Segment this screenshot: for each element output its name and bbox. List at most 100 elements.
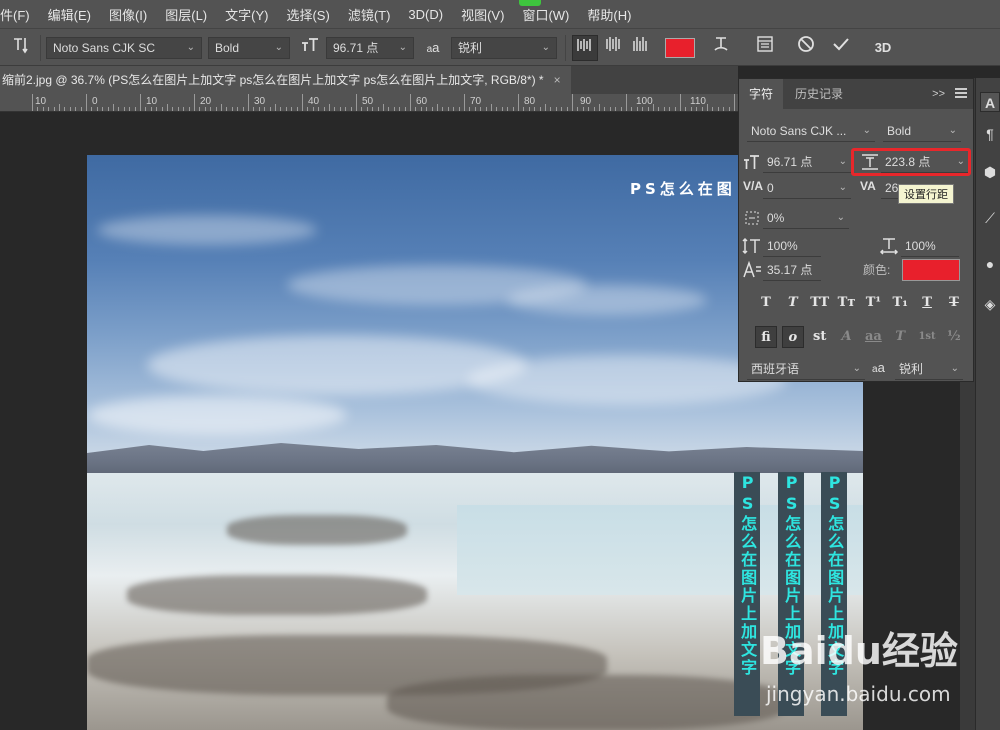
ruler-tick bbox=[528, 107, 530, 111]
ruler-tick bbox=[615, 107, 617, 111]
vertical-scale-field[interactable]: 100% bbox=[763, 235, 821, 257]
cancel-icon[interactable] bbox=[793, 35, 819, 61]
panel-font-style-select[interactable]: Bold ⌄ bbox=[883, 120, 961, 142]
color-swatch[interactable] bbox=[902, 259, 960, 281]
ligature-button[interactable]: fi bbox=[755, 326, 777, 348]
tab-history[interactable]: 历史记录 bbox=[785, 79, 853, 109]
cube-icon[interactable]: ◈ bbox=[980, 294, 1000, 314]
panel-font-family-select[interactable]: Noto Sans CJK ... ⌄ bbox=[747, 120, 875, 142]
ruler-tick bbox=[221, 104, 222, 111]
ruler-tick bbox=[91, 107, 93, 111]
align-right-icon[interactable] bbox=[627, 35, 653, 61]
menu-select[interactable]: 选择(S) bbox=[277, 5, 338, 24]
font-style-select[interactable]: Bold ⌄ bbox=[208, 37, 290, 59]
menu-file[interactable]: 件(F) bbox=[0, 5, 39, 24]
character-panel-icon[interactable] bbox=[752, 35, 778, 61]
bulb-icon[interactable]: ● bbox=[980, 254, 1000, 274]
menu-layer[interactable]: 图层(L) bbox=[156, 5, 216, 24]
document-title: 缩前2.jpg @ 36.7% (PS怎么在图片上加文字 ps怎么在图片上加文字… bbox=[2, 73, 544, 87]
watermark: Baidu经验 jingyan.baidu.com bbox=[760, 620, 960, 720]
ruler-tick bbox=[80, 107, 82, 111]
ruler-tick bbox=[32, 94, 33, 111]
collapse-icon[interactable]: >> bbox=[932, 79, 945, 109]
3d-cube-icon[interactable]: ⬢ bbox=[980, 162, 1000, 182]
ornaments-button[interactable]: T bbox=[889, 326, 911, 348]
document-tab[interactable]: 缩前2.jpg @ 36.7% (PS怎么在图片上加文字 ps怎么在图片上加文字… bbox=[0, 66, 571, 94]
menu-view[interactable]: 视图(V) bbox=[452, 5, 513, 24]
ruler-tick bbox=[609, 107, 611, 111]
font-family-select[interactable]: Noto Sans CJK SC ⌄ bbox=[46, 37, 202, 59]
warp-text-icon[interactable] bbox=[708, 35, 734, 61]
menu-filter[interactable]: 滤镜(T) bbox=[339, 5, 400, 24]
menu-window[interactable]: 窗口(W) bbox=[513, 5, 578, 24]
panel-font-size-field[interactable]: 96.71 点 ⌄ bbox=[763, 151, 851, 173]
menu-edit[interactable]: 编辑(E) bbox=[39, 5, 100, 24]
swash-button[interactable]: st bbox=[809, 326, 831, 348]
all-caps-button[interactable]: TT bbox=[809, 292, 831, 314]
kerning-field[interactable]: 0 ⌄ bbox=[763, 177, 851, 199]
language-select[interactable]: 西班牙语 ⌄ bbox=[747, 358, 865, 380]
ruler-tick bbox=[258, 107, 260, 111]
chevron-down-icon: ⌄ bbox=[836, 212, 845, 223]
underline-button[interactable]: T bbox=[916, 292, 938, 314]
ruler-tick bbox=[577, 107, 579, 111]
vertical-text-column[interactable]: PS怎么在图片上加文字 bbox=[734, 473, 760, 683]
chevron-down-icon: ⌄ bbox=[950, 363, 959, 374]
ruler-tick bbox=[712, 107, 714, 111]
font-size-select[interactable]: 96.71 点 ⌄ bbox=[326, 37, 414, 59]
ruler-tick bbox=[669, 107, 671, 111]
strikethrough-button[interactable]: T bbox=[943, 292, 965, 314]
canvas-title-text[interactable]: PS怎么在图 bbox=[630, 178, 736, 199]
small-caps-button[interactable]: Tт bbox=[836, 292, 858, 314]
antialias-select[interactable]: 锐利 ⌄ bbox=[451, 37, 557, 59]
ruler-tick bbox=[339, 107, 341, 111]
menu-help[interactable]: 帮助(H) bbox=[578, 5, 640, 24]
ruler-tick bbox=[658, 107, 660, 111]
ruler-tick bbox=[588, 107, 590, 111]
tsume-value: 0% bbox=[767, 211, 785, 225]
ruler-tick bbox=[53, 107, 55, 111]
ruler-tick bbox=[642, 107, 644, 111]
ruler-tick bbox=[636, 107, 638, 111]
3d-icon[interactable]: 3D bbox=[870, 35, 896, 61]
fractions-button[interactable]: ½ bbox=[943, 326, 965, 348]
subscript-button[interactable]: T₁ bbox=[889, 292, 911, 314]
faux-italic-button[interactable]: T bbox=[782, 292, 804, 314]
menu-type[interactable]: 文字(Y) bbox=[216, 5, 277, 24]
baseline-shift-field[interactable]: 35.17 点 bbox=[763, 259, 821, 281]
kerning-value: 0 bbox=[767, 181, 774, 195]
text-color-swatch[interactable] bbox=[665, 38, 695, 58]
ruler-tick bbox=[728, 107, 730, 111]
menu-3d[interactable]: 3D(D) bbox=[399, 7, 452, 22]
ruler-tick bbox=[566, 107, 568, 111]
tab-character[interactable]: 字符 bbox=[739, 79, 784, 109]
mud-patch bbox=[227, 515, 407, 545]
commit-check-icon[interactable] bbox=[828, 35, 854, 61]
paragraph-tool-icon[interactable]: ¶ bbox=[980, 124, 1000, 144]
ruler-label: 0 bbox=[92, 96, 98, 107]
ordinals-button[interactable]: 1st bbox=[916, 326, 938, 348]
ruler-tick bbox=[442, 107, 444, 111]
brush-icon[interactable]: ⟋ bbox=[980, 208, 1000, 228]
align-left-icon[interactable] bbox=[572, 35, 598, 61]
horizontal-scale-field[interactable]: 100% bbox=[901, 235, 959, 257]
menu-image[interactable]: 图像(I) bbox=[100, 5, 156, 24]
titling-alt-button[interactable]: aa bbox=[862, 326, 884, 348]
tsume-field[interactable]: 0% ⌄ bbox=[763, 207, 849, 229]
close-icon[interactable]: × bbox=[554, 73, 561, 87]
discretionary-ligature-button[interactable]: o bbox=[781, 326, 804, 348]
ruler-tick bbox=[496, 107, 498, 111]
horizontal-ruler[interactable]: 10 0 10 20 30 40 50 60 70 80 90 100 110 bbox=[0, 94, 738, 112]
superscript-button[interactable]: T¹ bbox=[862, 292, 884, 314]
ruler-tick bbox=[312, 107, 314, 111]
ruler-tick bbox=[296, 107, 298, 111]
stylistic-alt-button[interactable]: A bbox=[836, 326, 858, 348]
panel-menu-icon[interactable] bbox=[955, 88, 967, 98]
panel-antialias-select[interactable]: 锐利 ⌄ bbox=[895, 358, 963, 380]
text-orientation-icon[interactable] bbox=[8, 35, 34, 61]
ruler-tick bbox=[491, 104, 492, 111]
align-center-icon[interactable] bbox=[600, 35, 626, 61]
character-tool-icon[interactable]: A bbox=[980, 92, 1000, 112]
ruler-tick bbox=[410, 94, 411, 111]
faux-bold-button[interactable]: T bbox=[755, 292, 777, 314]
